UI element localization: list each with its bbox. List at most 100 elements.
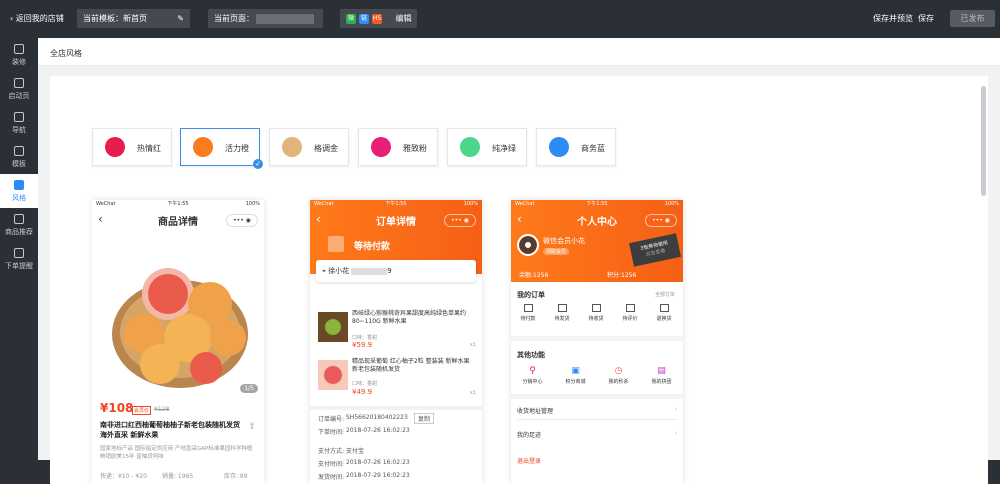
- style-option-pink[interactable]: 雅致粉: [358, 128, 438, 166]
- pay-time: 2018-07-26 16:02:23: [346, 459, 410, 466]
- gift-icon: ▣: [571, 366, 580, 376]
- func-label: 分销中心: [522, 379, 543, 385]
- sidebar-item-decorate[interactable]: 装修: [0, 38, 38, 72]
- sidebar-item-nav[interactable]: 导航: [0, 106, 38, 140]
- func-item[interactable]: ▣ 积分商城: [554, 366, 597, 385]
- style-label: 商务蓝: [581, 144, 605, 153]
- link-label: 我的足迹: [517, 432, 542, 439]
- nav-bar: ‹ 订单详情 ••• ◉: [310, 209, 482, 231]
- color-dot: [105, 137, 125, 157]
- footprint-link[interactable]: 我的足迹 ›: [517, 430, 677, 444]
- order-item[interactable]: 精品现采葡萄 红心柚子2粒 整装装 新鲜水果 新老包装随机发货 口味：香甜 ¥4…: [310, 356, 482, 398]
- published-button[interactable]: 已发布: [950, 10, 995, 27]
- current-template-field[interactable]: 当前模板：新首页 ✎: [77, 9, 190, 28]
- wechat-icon[interactable]: 微: [346, 13, 356, 24]
- func-label: 我的拼团: [651, 379, 672, 385]
- shipping-range: 快递：¥10 - ¥20: [100, 473, 147, 480]
- order-tab-label: 待评价: [622, 316, 638, 322]
- balance[interactable]: 余额:1256: [519, 270, 548, 279]
- order-tab[interactable]: 待收货: [579, 304, 613, 322]
- pencil-icon[interactable]: ✎: [177, 9, 184, 28]
- style-label: 活力橙: [225, 144, 249, 153]
- back-to-store-link[interactable]: ‹ 返回我的店铺: [10, 13, 64, 24]
- func-item[interactable]: ⚲ 分销中心: [511, 366, 554, 385]
- item-qty: x1: [469, 390, 476, 396]
- style-label: 格调金: [314, 144, 338, 153]
- truck-icon: [591, 304, 601, 312]
- main-panel: 全店风格 热情红 活力橙 ✓ 格调金 雅致粉 纯净绿 商务蓝 WeChat 下午1:…: [38, 38, 1000, 484]
- order-item[interactable]: 西岐绿心猕猴桃奇异果甜度高纯绿色单果约80~110G 新鲜水果 口味：香甜 ¥5…: [310, 308, 482, 350]
- group-icon: ▤: [657, 366, 666, 376]
- orders-all-link[interactable]: 全部订单: [655, 291, 675, 298]
- sidebar-item-label: 装修: [12, 58, 26, 66]
- capsule-menu-icon[interactable]: ••• ◉: [645, 214, 677, 227]
- receiver-card[interactable]: ⌖ 徐小花 9: [316, 260, 476, 282]
- style-option-orange[interactable]: 活力橙 ✓: [180, 128, 263, 169]
- copy-button[interactable]: 复制: [414, 413, 435, 424]
- func-item[interactable]: ◷ 我的秒杀: [597, 366, 640, 385]
- order-tab-label: 退换货: [656, 316, 672, 322]
- current-page-field[interactable]: 当前页面：: [208, 9, 323, 28]
- logout-link[interactable]: 退出登录: [517, 456, 541, 465]
- address-link[interactable]: 收货地址管理 ›: [517, 406, 677, 420]
- coupon-badge[interactable]: 3张券待使用 点击查看: [629, 233, 681, 267]
- sidebar-item-label: 商品推荐: [5, 228, 33, 236]
- func-item[interactable]: ▤ 我的拼团: [640, 366, 683, 385]
- redacted-block: [256, 13, 314, 24]
- product-image: [98, 234, 258, 394]
- capsule-menu-icon[interactable]: ••• ◉: [444, 214, 476, 227]
- image-counter: 1/5: [240, 384, 258, 393]
- order-tab[interactable]: 待付款: [511, 304, 545, 322]
- page-icon: [14, 78, 24, 88]
- sidebar-item-style[interactable]: 风格: [0, 174, 38, 208]
- order-tab[interactable]: 待评价: [613, 304, 647, 322]
- style-option-green[interactable]: 纯净绿: [447, 128, 527, 166]
- edit-button[interactable]: 编辑: [396, 14, 412, 23]
- style-option-gold[interactable]: 格调金: [269, 128, 349, 166]
- points[interactable]: 积分:1256: [607, 270, 636, 279]
- sidebar-item-recommend[interactable]: 商品推荐: [0, 208, 38, 242]
- item-price: ¥49.9: [352, 388, 373, 396]
- color-dot: [371, 137, 391, 157]
- comment-icon: [625, 304, 635, 312]
- link-label: 收货地址管理: [517, 408, 554, 415]
- style-option-red[interactable]: 热情红: [92, 128, 172, 166]
- clock: 下午1:55: [385, 201, 407, 207]
- style-label: 纯净绿: [492, 144, 516, 153]
- share-icon[interactable]: ⇪: [248, 422, 256, 432]
- color-dot: [282, 137, 302, 157]
- return-icon: [659, 304, 669, 312]
- pay-method-label: 支付方式:: [318, 448, 345, 455]
- current-page-label: 当前页面：: [214, 14, 254, 23]
- member-tag[interactable]: 领取会员: [543, 248, 570, 255]
- style-option-blue[interactable]: 商务蓝: [536, 128, 616, 166]
- preview-order-detail: WeChat 下午1:55 100% ‹ 订单详情 ••• ◉ 等待付款 ⌖ 徐小花 9 …: [310, 200, 482, 484]
- save-button[interactable]: 保存: [918, 13, 934, 24]
- username[interactable]: 微信会员小花: [543, 236, 585, 246]
- ship-time: 2018-07-29 16:02:23: [346, 472, 410, 479]
- order-tab[interactable]: 待发货: [545, 304, 579, 322]
- bell-icon: [14, 248, 24, 258]
- sidebar-item-splash[interactable]: 启动页: [0, 72, 38, 106]
- order-tab[interactable]: 退换货: [647, 304, 681, 322]
- item-name: 精品现采葡萄 红心柚子2粒 整装装 新鲜水果 新老包装随机发货: [352, 358, 470, 373]
- avatar[interactable]: [517, 234, 539, 256]
- preview-personal-center: WeChat 下午1:55 100% ‹ 个人中心 ••• ◉ 微信会员小花 领取会员 …: [511, 200, 683, 484]
- save-preview-button[interactable]: 保存并预览: [873, 13, 913, 24]
- scrollbar[interactable]: [981, 86, 986, 196]
- sidebar-item-label: 模板: [12, 160, 26, 168]
- sidebar-item-template[interactable]: 模板: [0, 140, 38, 174]
- h5-icon[interactable]: H5: [372, 13, 382, 24]
- capsule-menu-icon[interactable]: ••• ◉: [226, 214, 258, 227]
- link-icon[interactable]: 链: [359, 13, 369, 24]
- location-icon: ⌖: [322, 267, 326, 275]
- order-no: SH56620180402223: [346, 414, 408, 421]
- sidebar-item-order-alert[interactable]: 下单提醒: [0, 242, 38, 276]
- status-bar: WeChat 下午1:55 100%: [310, 200, 482, 209]
- kiwi-image: [318, 312, 348, 342]
- price-bar: ¥108 会员价 ¥128: [92, 400, 264, 418]
- item-price: ¥59.9: [352, 341, 373, 349]
- funcs-title: 其他功能: [517, 351, 545, 359]
- wallet-icon: [523, 304, 533, 312]
- receiver-name: 徐小花: [328, 267, 350, 275]
